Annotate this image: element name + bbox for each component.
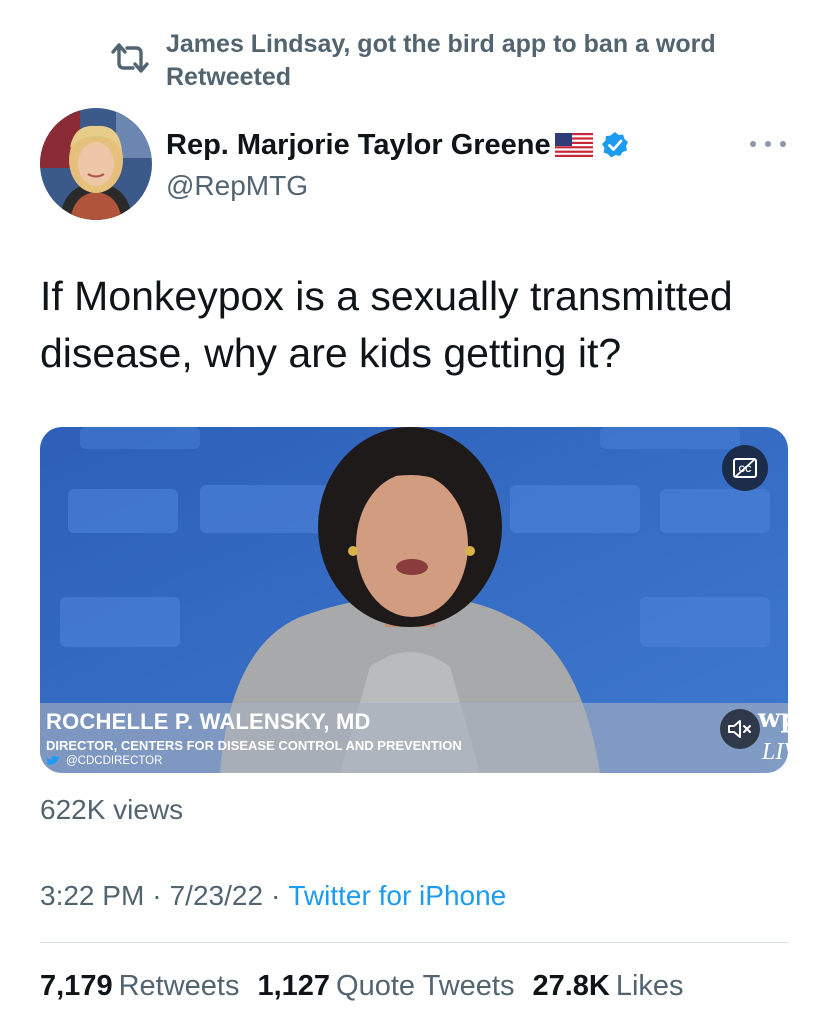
- tweet-source-link[interactable]: Twitter for iPhone: [288, 880, 506, 912]
- washington-post-logo: wp: [758, 704, 788, 734]
- retweets-label: Retweets: [118, 970, 240, 1002]
- more-dot-icon: [780, 141, 786, 147]
- mute-button[interactable]: [720, 709, 760, 749]
- lower-third-handle: @CDCDIRECTOR: [66, 755, 163, 767]
- tweet-video[interactable]: CC ROCHELLE P. WALENSKY, MD DIRECTOR, CE…: [40, 427, 788, 773]
- more-dot-icon: [765, 141, 771, 147]
- video-lower-third: ROCHELLE P. WALENSKY, MD DIRECTOR, CENTE…: [40, 703, 788, 773]
- tweet-text: If Monkeypox is a sexually transmitted d…: [40, 273, 733, 376]
- us-flag-icon: [554, 133, 593, 157]
- retweet-context-text[interactable]: James Lindsay, got the bird app to ban a…: [166, 28, 726, 94]
- twitter-bird-icon: [46, 756, 59, 765]
- author-names: Rep. Marjorie Taylor Greene @RepMTG: [166, 126, 629, 202]
- captions-button[interactable]: CC: [722, 445, 768, 491]
- tweet-time[interactable]: 3:22 PM: [40, 880, 144, 912]
- more-options-button[interactable]: [750, 134, 786, 154]
- speaker-muted-icon: [728, 720, 751, 738]
- retweets-stat[interactable]: 7,179 Retweets: [40, 970, 239, 1003]
- likes-label: Likes: [615, 970, 684, 1002]
- likes-stat[interactable]: 27.8K Likes: [532, 970, 683, 1003]
- author-handle[interactable]: @RepMTG: [166, 170, 629, 202]
- tweet-meta: 3:22 PM · 7/23/22 · Twitter for iPhone: [40, 880, 506, 912]
- tweet-stats: 7,179 Retweets 1,127 Quote Tweets 27.8K Lik…: [40, 970, 702, 1003]
- lower-third-title: DIRECTOR, CENTERS FOR DISEASE CONTROL AN…: [46, 738, 462, 753]
- display-name[interactable]: Rep. Marjorie Taylor Greene: [166, 129, 551, 162]
- avatar[interactable]: [40, 108, 152, 220]
- retweets-count: 7,179: [40, 970, 113, 1002]
- tweet-author: Rep. Marjorie Taylor Greene @RepMTG: [40, 108, 790, 220]
- quote-tweets-stat[interactable]: 1,127 Quote Tweets: [257, 970, 514, 1003]
- live-label: LIV: [762, 739, 788, 765]
- tweet-date[interactable]: 7/23/22: [170, 880, 263, 912]
- meta-separator: ·: [152, 880, 162, 911]
- view-count: 622K views: [40, 794, 184, 825]
- verified-badge-icon: [601, 131, 629, 159]
- more-dot-icon: [750, 141, 756, 147]
- lower-third-name: ROCHELLE P. WALENSKY, MD: [46, 709, 371, 734]
- divider: [40, 942, 788, 943]
- likes-count: 27.8K: [532, 970, 610, 1002]
- captions-icon: CC: [733, 458, 757, 478]
- quote-tweets-label: Quote Tweets: [336, 970, 515, 1002]
- lower-third-handle-row: @CDCDIRECTOR: [46, 755, 162, 767]
- display-name-line: Rep. Marjorie Taylor Greene: [166, 126, 629, 164]
- retweet-icon: [106, 34, 154, 82]
- meta-separator: ·: [271, 880, 281, 911]
- quote-tweets-count: 1,127: [257, 970, 331, 1002]
- retweet-context[interactable]: James Lindsay, got the bird app to ban a…: [106, 28, 746, 94]
